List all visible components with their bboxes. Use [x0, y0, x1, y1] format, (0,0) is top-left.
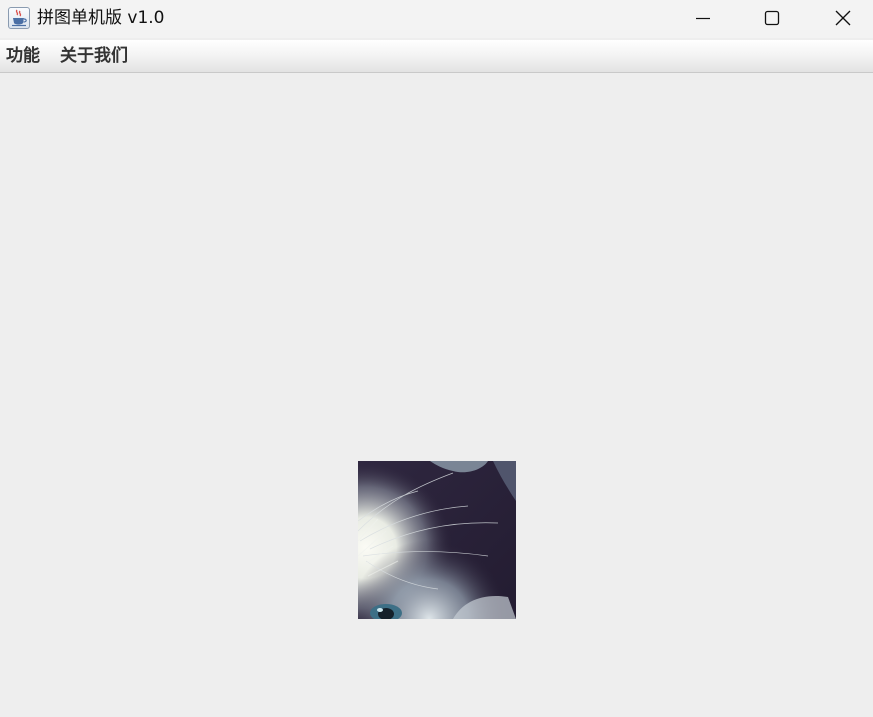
maximize-button[interactable] [743, 0, 801, 36]
puzzle-tile-image[interactable] [358, 461, 516, 619]
close-icon [835, 10, 851, 26]
close-button[interactable] [814, 0, 872, 36]
maximize-icon [764, 10, 780, 26]
java-coffee-icon [8, 7, 30, 29]
game-panel [0, 74, 873, 717]
minimize-icon [696, 17, 710, 20]
minimize-button[interactable] [674, 0, 732, 36]
menu-bar: 功能 关于我们 [0, 40, 873, 73]
window-title: 拼图单机版 v1.0 [37, 8, 165, 28]
title-bar[interactable]: 拼图单机版 v1.0 [0, 0, 873, 38]
menu-function[interactable]: 功能 [6, 45, 40, 67]
app-window: 拼图单机版 v1.0 功能 关于我们 [0, 0, 873, 717]
menu-about-us[interactable]: 关于我们 [60, 45, 128, 67]
